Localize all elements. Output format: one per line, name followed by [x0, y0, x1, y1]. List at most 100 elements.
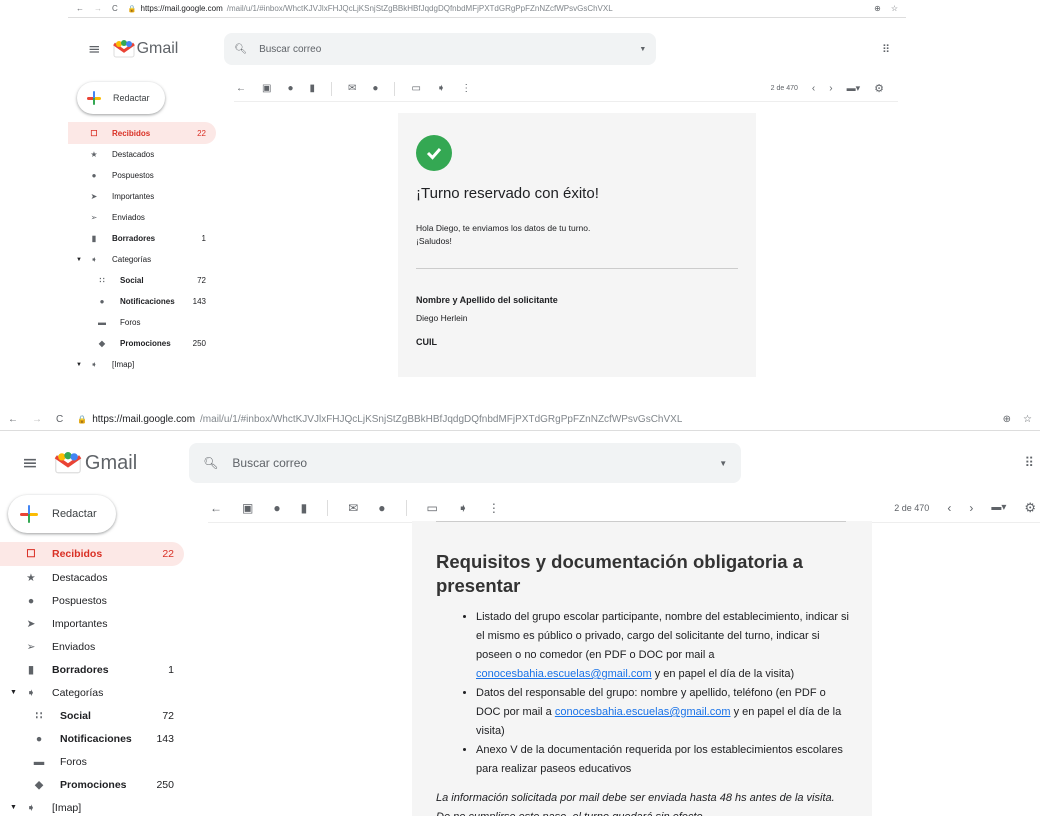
bookmark-star-icon[interactable]: ☆ [1023, 414, 1032, 425]
email-link[interactable]: conocesbahia.escuelas@gmail.com [555, 706, 731, 718]
search-options-icon[interactable]: ▼ [719, 459, 727, 468]
zoom-icon[interactable]: ⊕ [1003, 414, 1011, 425]
sidebar-item-borradores[interactable]: ▮ Borradores 1 [68, 228, 216, 249]
sidebar-item-pospuestos[interactable]: ● Pospuestos [68, 165, 216, 186]
search-bar[interactable]: 🔍︎ Buscar correo ▼ [189, 443, 742, 483]
sidebar-item-imap[interactable]: ▼ ➧ [Imap] [68, 354, 216, 375]
input-tools-icon[interactable]: ▬▾ [991, 502, 1006, 513]
url-field[interactable]: 🔒 https://mail.google.com/mail/u/1/#inbo… [77, 414, 682, 425]
star-icon: ★ [26, 571, 36, 584]
sidebar-item-foros[interactable]: ▬ Foros [68, 312, 216, 333]
expand-arrow-icon[interactable]: ▼ [10, 689, 24, 696]
sidebar-item-notificaciones[interactable]: ● Notificaciones 143 [0, 727, 184, 750]
lock-icon: 🔒 [127, 5, 137, 13]
back-arrow-icon[interactable]: ← [236, 83, 246, 94]
info-icon: ● [99, 297, 105, 306]
message-toolbar: ← ▣ ● ▮ ✉ ● ▭ ➧ ⋮ 2 de 470 ‹ › ▬▾ ⚙ [208, 493, 1040, 523]
main-menu-icon[interactable]: ≡ [88, 40, 101, 58]
gmail-logo[interactable]: Gmail [54, 452, 137, 475]
back-icon[interactable]: ← [76, 4, 84, 13]
more-options-icon[interactable]: ⋮ [488, 501, 500, 515]
next-icon[interactable]: › [969, 501, 973, 515]
url-field[interactable]: 🔒 https://mail.google.com/mail/u/1/#inbo… [128, 4, 613, 13]
report-spam-icon[interactable]: ● [287, 83, 293, 94]
sidebar-item-promociones[interactable]: ◆ Promociones 250 [0, 773, 184, 796]
sidebar-item-importantes[interactable]: ➤ Importantes [68, 186, 216, 207]
requirements-list: Listado del grupo escolar participante, … [436, 608, 850, 779]
inbox-icon: ☐ [90, 128, 98, 138]
back-icon[interactable]: ← [8, 414, 18, 425]
apps-grid-icon[interactable]: ⠿ [882, 43, 890, 56]
delete-icon[interactable]: ▮ [301, 501, 308, 515]
lock-icon: 🔒 [77, 415, 88, 424]
search-options-icon[interactable]: ▼ [639, 46, 646, 53]
labels-icon[interactable]: ➧ [458, 501, 468, 515]
sidebar-item-destacados[interactable]: ★ Destacados [0, 566, 184, 589]
prev-icon[interactable]: ‹ [947, 501, 951, 515]
sidebar-item-categorias[interactable]: ▼ ➧ Categorías [68, 249, 216, 270]
snooze-icon[interactable]: ● [378, 501, 385, 515]
zoom-icon[interactable]: ⊕ [874, 4, 881, 13]
delete-icon[interactable]: ▮ [310, 83, 316, 94]
pagination-text: 2 de 470 [770, 85, 798, 92]
compose-button[interactable]: Redactar [77, 82, 165, 114]
move-to-icon[interactable]: ▭ [411, 83, 420, 94]
gmail-logo-text: Gmail [84, 451, 138, 474]
sidebar-item-borradores[interactable]: ▮ Borradores 1 [0, 658, 184, 681]
send-icon: ➢ [26, 640, 36, 653]
sidebar-item-enviados[interactable]: ➢ Enviados [68, 207, 216, 228]
back-arrow-icon[interactable]: ← [210, 501, 222, 515]
sidebar-item-importantes[interactable]: ➤ Importantes [0, 612, 184, 635]
sidebar-item-recibidos[interactable]: ☐ Recibidos 22 [68, 122, 216, 144]
search-bar[interactable]: 🔍︎ Buscar correo ▼ [224, 33, 657, 65]
mark-unread-icon[interactable]: ✉ [348, 501, 358, 515]
settings-icon[interactable]: ⚙ [1024, 500, 1036, 516]
search-icon[interactable]: 🔍︎ [234, 44, 247, 55]
sidebar-item-imap[interactable]: ▼ ➧ [Imap] [0, 796, 184, 816]
divider [416, 268, 738, 269]
report-spam-icon[interactable]: ● [273, 501, 280, 515]
reload-icon[interactable]: C [56, 414, 63, 425]
archive-icon[interactable]: ▣ [262, 83, 271, 94]
search-icon[interactable]: 🔍︎ [203, 456, 218, 470]
compose-button[interactable]: Redactar [8, 495, 116, 533]
reload-icon[interactable]: C [112, 4, 118, 13]
email-link[interactable]: conocesbahia.escuelas@gmail.com [476, 668, 652, 680]
next-icon[interactable]: › [829, 83, 832, 94]
labels-icon[interactable]: ➧ [437, 83, 445, 94]
forward-icon[interactable]: → [32, 414, 42, 425]
expand-arrow-icon[interactable]: ▼ [76, 257, 88, 263]
sidebar-item-notificaciones[interactable]: ● Notificaciones 143 [68, 291, 216, 312]
settings-icon[interactable]: ⚙ [874, 82, 884, 95]
gmail-logo[interactable]: Gmail [112, 40, 179, 58]
sidebar-item-foros[interactable]: ▬ Foros [0, 750, 184, 773]
search-placeholder: Buscar correo [232, 456, 308, 470]
search-placeholder: Buscar correo [259, 43, 322, 55]
clock-icon: ● [27, 594, 35, 607]
sidebar-item-destacados[interactable]: ★ Destacados [68, 144, 216, 165]
more-options-icon[interactable]: ⋮ [461, 83, 471, 94]
expand-arrow-icon[interactable]: ▼ [10, 804, 24, 811]
gmail-logo-text: Gmail [136, 40, 179, 57]
snooze-icon[interactable]: ● [372, 83, 378, 94]
expand-arrow-icon[interactable]: ▼ [76, 362, 88, 368]
sidebar-item-categorias[interactable]: ▼ ➧ Categorías [0, 681, 184, 704]
sidebar-item-social[interactable]: ∷ Social 72 [0, 704, 184, 727]
sidebar-item-pospuestos[interactable]: ● Pospuestos [0, 589, 184, 612]
archive-icon[interactable]: ▣ [242, 501, 253, 515]
prev-icon[interactable]: ‹ [812, 83, 815, 94]
clock-icon: ● [91, 171, 97, 180]
mark-unread-icon[interactable]: ✉ [348, 83, 356, 94]
sidebar-item-recibidos[interactable]: ☐ Recibidos 22 [0, 542, 184, 566]
sidebar-item-social[interactable]: ∷ Social 72 [68, 270, 216, 291]
sidebar-item-promociones[interactable]: ◆ Promociones 250 [68, 333, 216, 354]
main-menu-icon[interactable]: ≡ [22, 452, 38, 474]
url-path: /mail/u/1/#inbox/WhctKJVJlxFHJQcLjKSnjSt… [226, 4, 613, 13]
draft-icon: ▮ [91, 234, 97, 243]
bookmark-star-icon[interactable]: ☆ [891, 4, 898, 13]
move-to-icon[interactable]: ▭ [427, 501, 438, 515]
input-tools-icon[interactable]: ▬▾ [847, 83, 861, 94]
forward-icon[interactable]: → [94, 4, 102, 13]
apps-grid-icon[interactable]: ⠿ [1024, 455, 1034, 471]
sidebar-item-enviados[interactable]: ➢ Enviados [0, 635, 184, 658]
